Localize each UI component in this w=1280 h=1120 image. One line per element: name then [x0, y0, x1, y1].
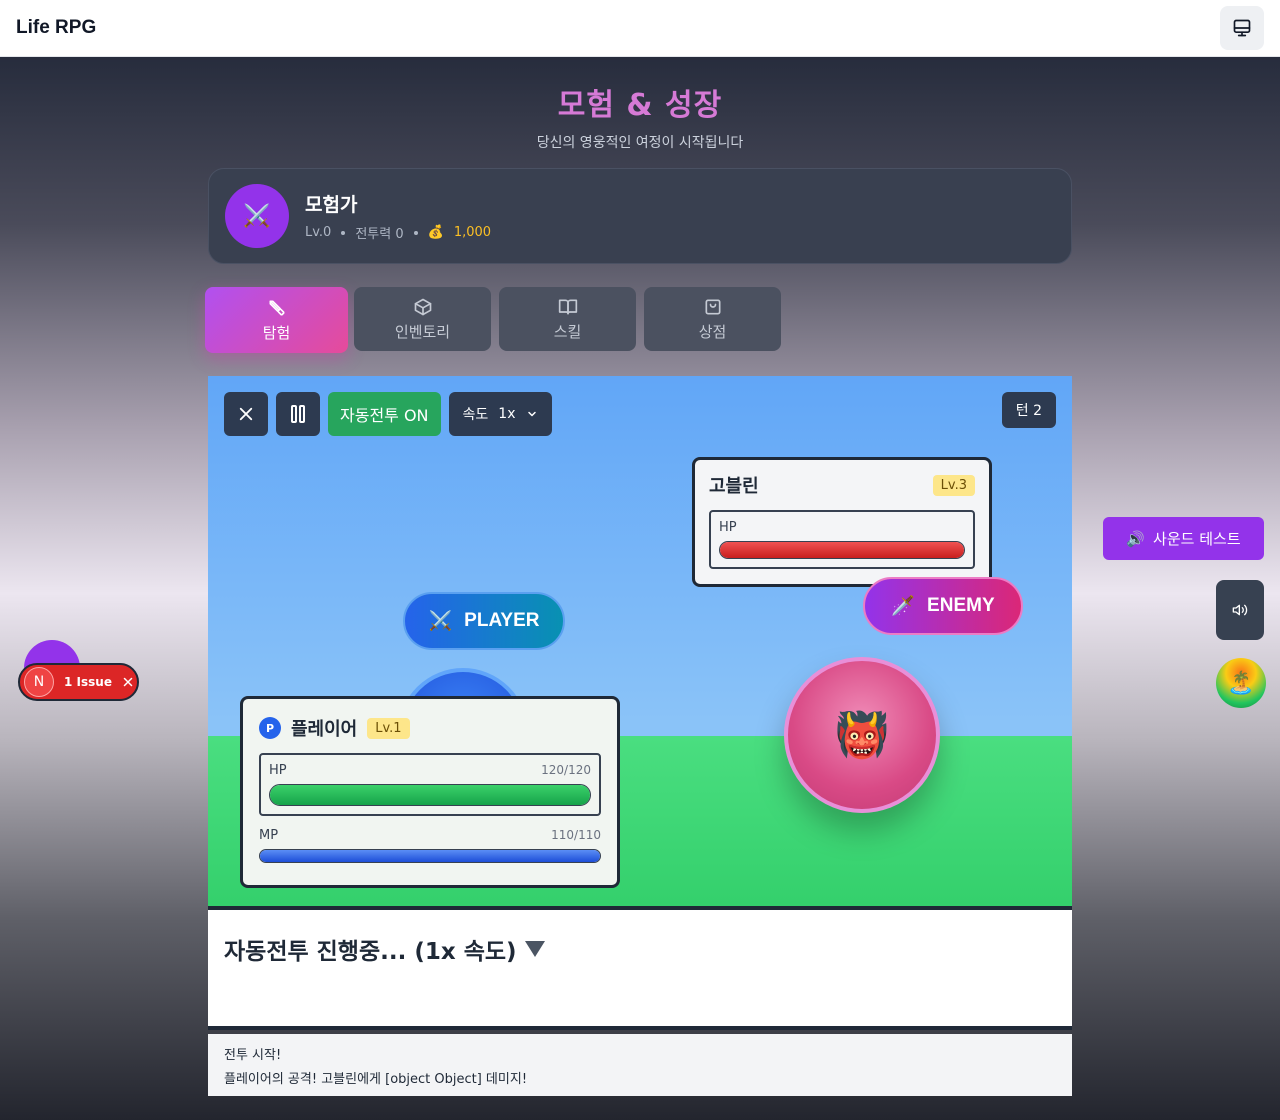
battle-arena: 자동전투 ON 속도 1x 턴 2 고블린 Lv.3 HP 🗡️ ENEMY ⚔…	[208, 376, 1072, 906]
issue-label: 1 Issue	[64, 675, 112, 689]
enemy-sprite[interactable]: 👹	[784, 657, 940, 813]
battle-status-text: 자동전투 진행중... (1x 속도)	[224, 939, 517, 965]
player-hp-box: HP 120/120	[259, 753, 601, 816]
separator-dot	[413, 230, 418, 235]
sound-test-button[interactable]: 🔊 사운드 테스트	[1103, 517, 1264, 560]
page-header: 모험 & 성장 당신의 영웅적인 여정이 시작됩니다	[0, 80, 1280, 152]
turn-counter: 턴 2	[1001, 392, 1056, 428]
enemy-hp-bar	[719, 541, 965, 559]
player-hp-label: HP	[269, 763, 287, 778]
enemy-tag: 🗡️ ENEMY	[863, 577, 1023, 635]
profile-gold: 1,000	[453, 225, 492, 240]
speaker-icon: 🔊	[1126, 529, 1146, 548]
speed-select[interactable]: 속도 1x	[448, 392, 552, 436]
enemy-name: 고블린	[709, 476, 759, 497]
speed-value: 1x	[498, 406, 516, 422]
battle-status-panel: 자동전투 진행중... (1x 속도)	[208, 906, 1072, 1030]
player-badge: P	[259, 717, 281, 739]
app-title[interactable]: Life RPG	[16, 17, 96, 39]
dagger-icon: 🗡️	[891, 596, 916, 617]
ogre-icon: 👹	[834, 710, 890, 761]
profile-name: 모험가	[305, 194, 358, 216]
enemy-hp-fill	[720, 542, 964, 558]
enemy-status-card: 고블린 Lv.3 HP	[692, 457, 992, 587]
issue-badge[interactable]: N 1 Issue	[18, 663, 139, 701]
close-icon	[239, 407, 253, 421]
log-line: 플레이어의 공격! 고블린에게 [object Object] 데미지!	[224, 1072, 528, 1087]
auto-battle-toggle[interactable]: 자동전투 ON	[328, 392, 441, 436]
battle-log: 전투 시작! 플레이어의 공격! 고블린에게 [object Object] 데…	[208, 1034, 1072, 1096]
enemy-hp-box: HP	[709, 510, 975, 569]
volume-button[interactable]	[1216, 580, 1264, 640]
close-button[interactable]	[224, 392, 268, 436]
island-icon: 🏝️	[1227, 670, 1255, 696]
chevron-down-icon	[527, 411, 536, 417]
player-level-badge: Lv.1	[367, 717, 410, 739]
monitor-icon	[1233, 19, 1251, 37]
money-bag-icon: 💰	[427, 225, 444, 240]
page-title: 모험 & 성장	[557, 88, 723, 123]
log-line: 전투 시작!	[224, 1048, 282, 1063]
profile-card: ⚔️ 모험가 Lv.0 전투력 0 💰 1,000	[208, 168, 1072, 264]
caret-down-icon[interactable]	[524, 941, 545, 957]
player-name: 플레이어	[291, 719, 358, 740]
tab-label: 탐험	[262, 323, 291, 342]
box-icon	[414, 298, 431, 315]
sword-icon	[269, 300, 284, 315]
tab-label: 인벤토리	[394, 322, 451, 341]
player-mp-value: 110/110	[551, 828, 601, 842]
sound-test-label: 사운드 테스트	[1153, 530, 1241, 548]
island-button[interactable]: 🏝️	[1216, 658, 1266, 708]
speed-label: 속도	[462, 407, 489, 423]
player-mp-bar	[259, 849, 601, 863]
book-icon	[558, 299, 577, 314]
tab-skills[interactable]: 스킬	[499, 287, 636, 351]
tab-label: 스킬	[553, 322, 582, 341]
enemy-hp-label: HP	[719, 520, 737, 535]
top-bar: Life RPG	[0, 0, 1280, 57]
enemy-tag-label: ENEMY	[927, 595, 995, 616]
player-status-card: P 플레이어 Lv.1 HP 120/120 MP 110/110	[240, 696, 620, 888]
separator-dot	[341, 230, 346, 235]
tab-label: 상점	[698, 322, 727, 341]
profile-level: Lv.0	[305, 225, 332, 240]
player-hp-bar	[269, 784, 591, 806]
crossed-swords-icon: ⚔️	[243, 203, 271, 229]
crossed-swords-icon: ⚔️	[428, 611, 453, 632]
player-hp-value: 120/120	[541, 763, 591, 777]
tab-explore[interactable]: 탐험	[205, 287, 348, 353]
volume-icon	[1232, 604, 1248, 616]
page-subtitle: 당신의 영웅적인 여정이 시작됩니다	[536, 135, 744, 151]
player-tag: ⚔️ PLAYER	[403, 592, 565, 650]
enemy-level-badge: Lv.3	[932, 474, 975, 496]
nextjs-logo: N	[24, 667, 54, 697]
player-mp-fill	[260, 850, 600, 862]
player-tag-label: PLAYER	[464, 610, 540, 631]
tab-inventory[interactable]: 인벤토리	[354, 287, 491, 351]
main-tabs: 탐험 인벤토리 스킬 상점	[205, 287, 781, 353]
pause-icon	[291, 405, 305, 423]
avatar: ⚔️	[225, 184, 289, 248]
bag-icon	[705, 299, 720, 314]
pause-button[interactable]	[276, 392, 320, 436]
player-mp-label: MP	[259, 828, 279, 843]
tab-shop[interactable]: 상점	[644, 287, 781, 351]
close-icon[interactable]	[122, 676, 134, 688]
player-mp-box: MP 110/110	[259, 828, 601, 863]
profile-power: 전투력 0	[355, 227, 404, 242]
battle-controls: 자동전투 ON 속도 1x	[224, 392, 552, 436]
monitor-button[interactable]	[1220, 6, 1264, 50]
player-hp-fill	[270, 785, 590, 805]
